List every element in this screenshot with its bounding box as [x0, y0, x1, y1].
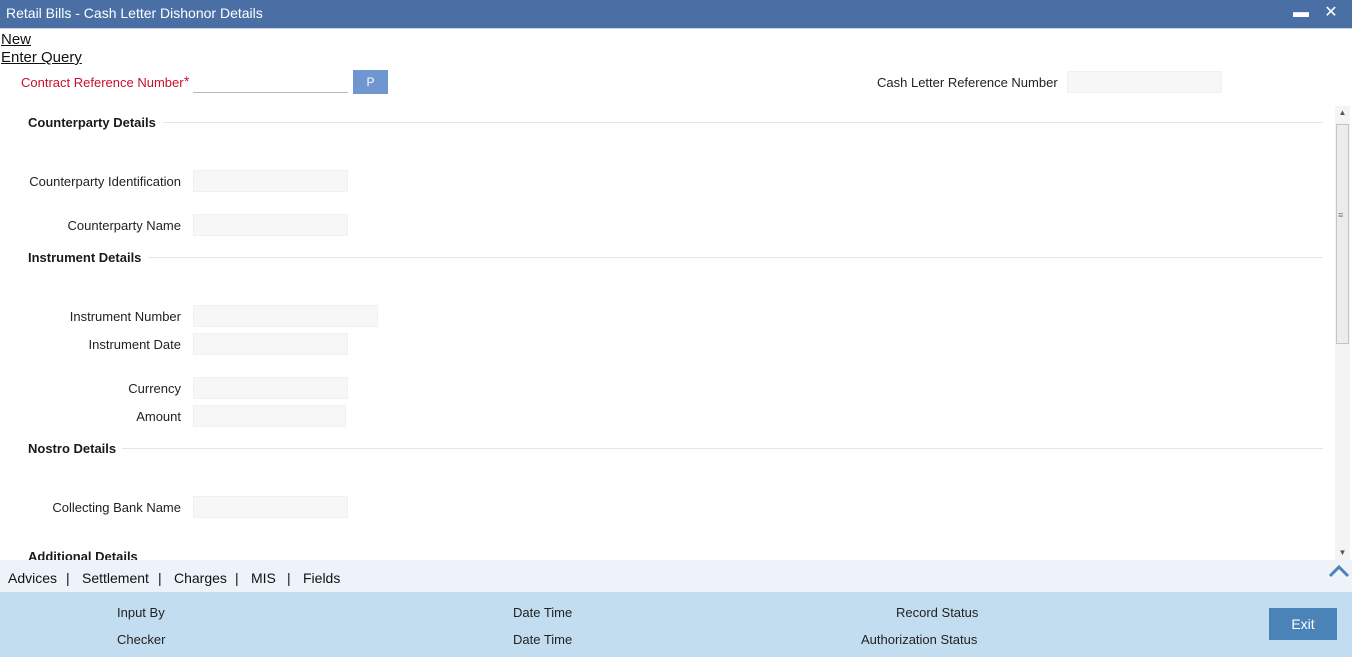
section-counterparty: Counterparty Details	[28, 115, 156, 130]
checker-label: Checker	[117, 632, 166, 647]
tab-charges[interactable]: Charges	[174, 570, 227, 586]
audit-footer	[0, 592, 1352, 657]
vertical-scrollbar[interactable]: ▲ ≡ ▼	[1335, 106, 1350, 560]
close-icon[interactable]: ✕	[1321, 2, 1341, 24]
collecting-bank-label: Collecting Bank Name	[52, 500, 181, 515]
amount-input[interactable]	[193, 405, 346, 427]
cash-letter-input[interactable]	[1067, 71, 1222, 93]
tab-separator: |	[235, 570, 239, 586]
tab-bar: Advices | Settlement | Charges | MIS | F…	[0, 560, 1352, 592]
tab-mis[interactable]: MIS	[251, 570, 276, 586]
required-mark: *	[184, 73, 190, 89]
authorization-status-label: Authorization Status	[861, 632, 978, 647]
record-status-label: Record Status	[896, 605, 979, 620]
currency-label: Currency	[128, 381, 181, 396]
amount-label: Amount	[136, 409, 181, 424]
contract-ref-label: Contract Reference Number	[21, 75, 184, 90]
tab-separator: |	[287, 570, 291, 586]
title-bar: Retail Bills - Cash Letter Dishonor Deta…	[0, 0, 1352, 28]
tab-separator: |	[66, 570, 70, 586]
date-time-label: Date Time	[513, 605, 573, 620]
section-instrument: Instrument Details	[28, 250, 142, 265]
date-time-label: Date Time	[513, 632, 573, 647]
contract-ref-input[interactable]	[193, 71, 348, 93]
tab-advices[interactable]: Advices	[8, 570, 57, 586]
exit-button[interactable]: Exit	[1269, 608, 1337, 640]
cash-letter-label: Cash Letter Reference Number	[877, 75, 1058, 90]
counterparty-id-input[interactable]	[193, 170, 348, 192]
divider	[148, 257, 1323, 258]
enter-query-link[interactable]: Enter Query	[1, 49, 82, 66]
scroll-down-icon[interactable]: ▼	[1335, 546, 1350, 560]
counterparty-id-label: Counterparty Identification	[29, 174, 181, 189]
tab-fields[interactable]: Fields	[303, 570, 340, 586]
window-title: Retail Bills - Cash Letter Dishonor Deta…	[6, 5, 263, 21]
instrument-number-input[interactable]	[193, 305, 378, 327]
scroll-up-icon[interactable]: ▲	[1335, 106, 1350, 120]
title-divider	[0, 28, 1352, 29]
minimize-icon[interactable]: ▬	[1291, 2, 1311, 24]
counterparty-name-input[interactable]	[193, 214, 348, 236]
collecting-bank-input[interactable]	[193, 496, 348, 518]
instrument-number-label: Instrument Number	[69, 309, 181, 324]
counterparty-name-label: Counterparty Name	[67, 218, 181, 233]
grip-icon: ≡	[1338, 210, 1344, 220]
tab-settlement[interactable]: Settlement	[82, 570, 149, 586]
chevron-up-icon[interactable]	[1327, 561, 1351, 583]
divider	[163, 122, 1323, 123]
instrument-date-input[interactable]	[193, 333, 348, 355]
instrument-date-label: Instrument Date	[88, 337, 182, 352]
input-by-label: Input By	[117, 605, 165, 620]
divider	[122, 448, 1323, 449]
section-nostro: Nostro Details	[28, 441, 117, 456]
currency-input[interactable]	[193, 377, 348, 399]
scroll-thumb[interactable]	[1336, 124, 1349, 344]
p-button[interactable]: P	[353, 70, 388, 94]
new-link[interactable]: New	[1, 31, 31, 48]
tab-separator: |	[158, 570, 162, 586]
